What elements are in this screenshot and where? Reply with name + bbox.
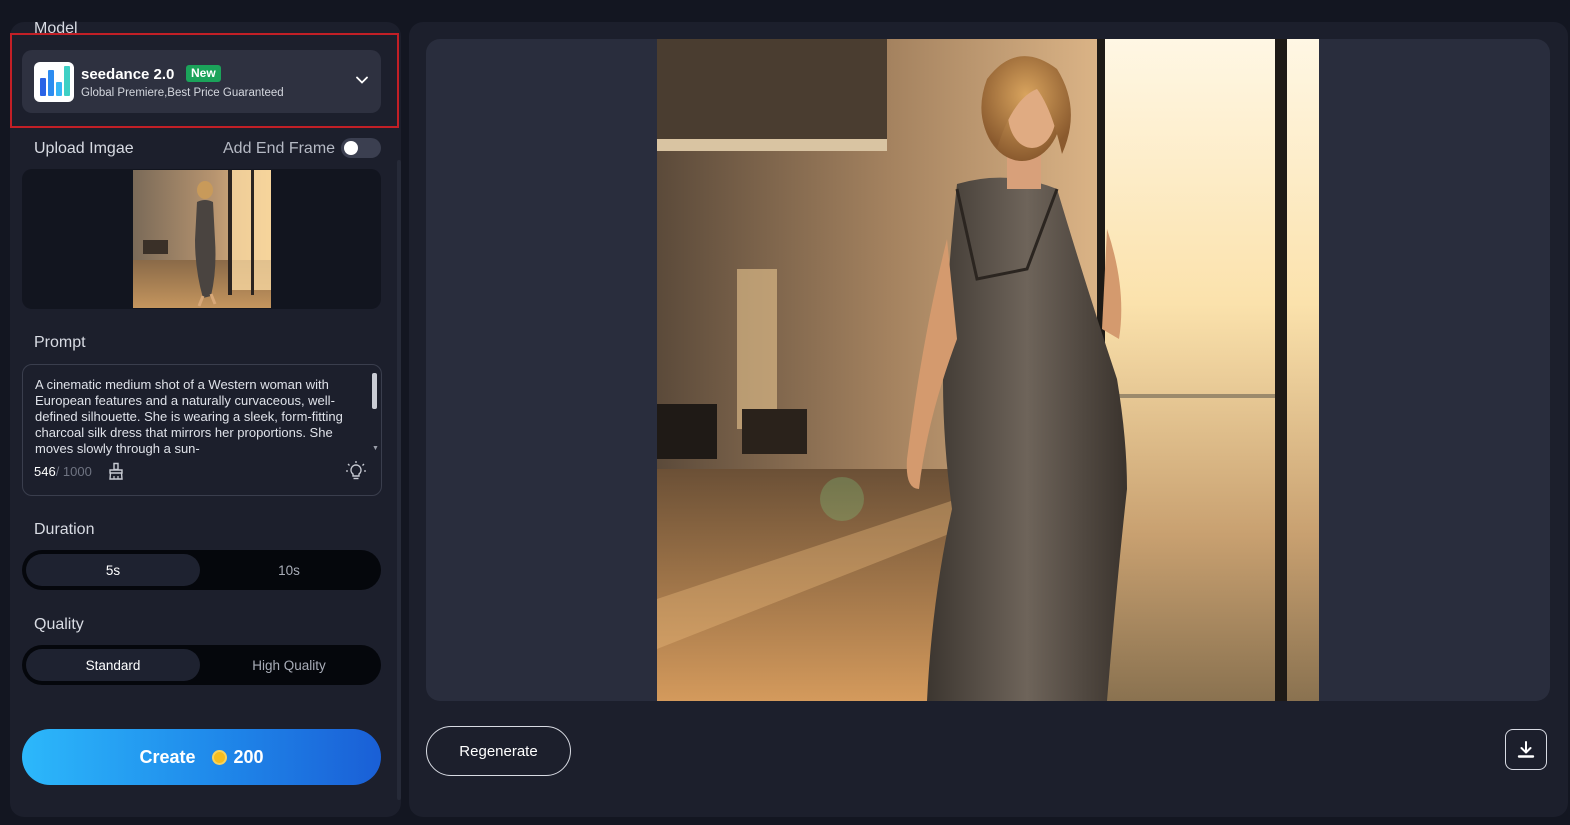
character-count: 546/ 1000 (34, 464, 92, 479)
end-frame-toggle[interactable] (341, 138, 381, 158)
add-end-frame-label: Add End Frame (223, 140, 336, 157)
duration-option-10s[interactable]: 10s (202, 554, 376, 586)
prompt-text[interactable]: A cinematic medium shot of a Western wom… (35, 377, 360, 459)
quality-selector: Standard High Quality (22, 645, 381, 685)
model-description: Global Premiere,Best Price Guaranteed (81, 87, 284, 99)
quality-option-standard[interactable]: Standard (26, 649, 200, 681)
video-preview[interactable] (426, 39, 1550, 701)
chevron-down-icon (356, 76, 368, 84)
brush-icon[interactable] (108, 462, 124, 480)
upload-image-area[interactable] (22, 169, 381, 309)
toggle-knob (344, 141, 358, 155)
duration-selector: 5s 10s (22, 550, 381, 590)
coin-icon (212, 749, 228, 765)
prompt-scrollbar[interactable] (372, 373, 377, 409)
model-name: seedance 2.0 (81, 66, 175, 83)
quality-label: Quality (34, 616, 84, 633)
duration-label: Duration (34, 521, 95, 538)
prompt-textarea[interactable]: A cinematic medium shot of a Western wom… (22, 364, 382, 496)
upload-image-label: Upload Imgae (34, 140, 134, 157)
new-badge: New (186, 65, 221, 82)
character-count-value: 546 (34, 464, 56, 479)
regenerate-button[interactable]: Regenerate (426, 726, 571, 776)
model-dropdown[interactable]: seedance 2.0 New Global Premiere,Best Pr… (22, 50, 381, 113)
scroll-down-arrow-icon[interactable]: ▼ (372, 445, 379, 452)
uploaded-image-thumbnail (133, 170, 271, 308)
download-button[interactable] (1505, 729, 1547, 770)
panel-scrollbar[interactable] (397, 160, 401, 800)
prompt-label: Prompt (34, 334, 86, 351)
download-icon (1517, 740, 1535, 758)
create-cost: 200 (233, 746, 264, 767)
duration-option-5s[interactable]: 5s (26, 554, 200, 586)
bar-chart-logo-icon (34, 62, 74, 102)
character-count-max: / 1000 (55, 464, 92, 479)
create-button[interactable]: Create 200 (22, 729, 381, 785)
generated-image (657, 39, 1319, 701)
lightbulb-icon[interactable] (345, 460, 367, 482)
quality-option-high[interactable]: High Quality (202, 649, 376, 681)
create-label: Create (139, 746, 196, 767)
